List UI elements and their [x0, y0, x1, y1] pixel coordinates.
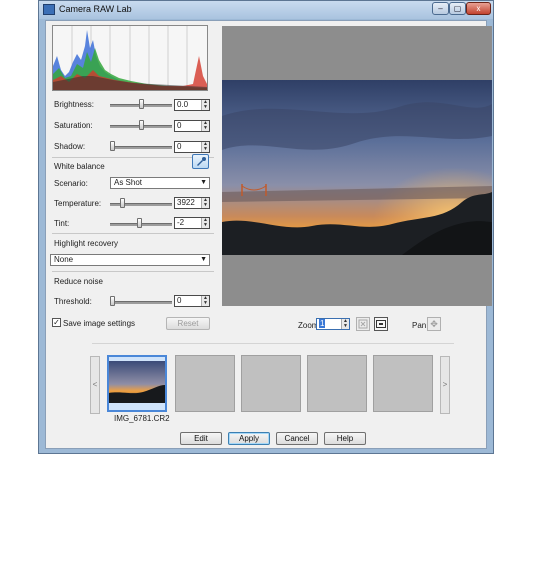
brightness-label: Brightness:	[54, 100, 95, 109]
thumbnail-item[interactable]	[241, 355, 301, 412]
zoom-value: 1	[319, 319, 326, 328]
eyedropper-icon	[197, 157, 206, 166]
actual-size-icon	[376, 320, 386, 328]
cancel-button[interactable]: Cancel	[276, 432, 318, 445]
white-balance-title: White balance	[54, 162, 105, 171]
close-button[interactable]: x	[466, 2, 491, 15]
app-icon	[43, 4, 55, 15]
maximize-button[interactable]: ▢	[449, 2, 466, 15]
chevron-down-icon: ▼	[200, 179, 207, 186]
shadow-label: Shadow:	[54, 142, 86, 151]
app-window: Camera RAW Lab – ▢ x Brightness: 0.0 ▲ ▼…	[38, 0, 494, 454]
shadow-slider-thumb[interactable]	[110, 141, 115, 151]
zoom-spinner[interactable]: ▲ ▼	[341, 319, 349, 329]
fit-window-button[interactable]	[356, 317, 370, 331]
brightness-spinner[interactable]: ▲ ▼	[201, 100, 209, 110]
pan-label: Pan:	[412, 321, 429, 330]
help-button[interactable]: Help	[324, 432, 366, 445]
temperature-label: Temperature:	[54, 199, 102, 208]
thumbnail-item[interactable]	[307, 355, 367, 412]
thumbnail-item[interactable]	[175, 355, 235, 412]
thumbnails-next-button[interactable]: >	[440, 356, 450, 414]
tint-spinner[interactable]: ▲ ▼	[201, 218, 209, 228]
scenario-select[interactable]: As Shot ▼	[110, 177, 210, 189]
brightness-value: 0.0	[177, 100, 189, 109]
threshold-slider-track[interactable]	[110, 301, 172, 304]
thumbnail-caption: IMG_6781.CR2	[114, 414, 170, 423]
tint-value: -2	[177, 218, 185, 227]
thumbnail-item[interactable]	[107, 355, 167, 412]
histogram-graph	[53, 26, 207, 90]
scenario-value: As Shot	[114, 178, 143, 187]
threshold-slider-thumb[interactable]	[110, 296, 115, 306]
saturation-label: Saturation:	[54, 121, 93, 130]
dialog-body: Brightness: 0.0 ▲ ▼ Saturation: 0 ▲ ▼ Shadow…	[45, 20, 492, 449]
white-balance-picker-button[interactable]	[192, 154, 209, 169]
reset-button[interactable]: Reset	[166, 317, 210, 330]
highlight-recovery-value: None	[54, 255, 74, 264]
divider	[52, 233, 214, 234]
thumbnail-image	[109, 361, 165, 403]
check-icon: ✓	[53, 318, 60, 327]
brightness-slider-thumb[interactable]	[138, 99, 144, 109]
minimize-button[interactable]: –	[432, 2, 449, 15]
threshold-field[interactable]: 0 ▲ ▼	[174, 295, 210, 307]
tint-slider-thumb[interactable]	[137, 218, 143, 228]
brightness-field[interactable]: 0.0 ▲ ▼	[174, 99, 210, 111]
threshold-value: 0	[177, 296, 182, 305]
saturation-spinner[interactable]: ▲ ▼	[201, 121, 209, 131]
divider	[52, 271, 214, 272]
pan-move-icon: ✥	[430, 319, 438, 329]
pan-button[interactable]: ✥	[427, 317, 441, 331]
divider	[92, 343, 454, 344]
save-settings-checkbox[interactable]: ✓	[52, 318, 61, 327]
tint-label: Tint:	[54, 219, 70, 228]
histogram	[52, 25, 208, 91]
tint-field[interactable]: -2 ▲ ▼	[174, 217, 210, 229]
shadow-spinner[interactable]: ▲ ▼	[201, 142, 209, 152]
divider	[52, 157, 214, 158]
highlight-recovery-select[interactable]: None ▼	[50, 254, 210, 266]
title-bar[interactable]: Camera RAW Lab – ▢ x	[39, 1, 493, 19]
temperature-spinner[interactable]: ▲ ▼	[201, 198, 209, 208]
image-preview[interactable]	[222, 26, 492, 306]
scenario-label: Scenario:	[54, 179, 88, 188]
temperature-slider-thumb[interactable]	[120, 198, 126, 208]
shadow-field[interactable]: 0 ▲ ▼	[174, 141, 210, 153]
shadow-slider-track[interactable]	[110, 146, 172, 149]
thumbnail-item[interactable]	[373, 355, 433, 412]
temperature-field[interactable]: 3922 ▲ ▼	[174, 197, 210, 209]
apply-button[interactable]: Apply	[228, 432, 270, 445]
edit-button[interactable]: Edit	[180, 432, 222, 445]
fit-window-icon	[358, 319, 368, 329]
actual-size-button[interactable]	[374, 317, 388, 331]
chevron-down-icon: ▼	[200, 256, 207, 263]
reduce-noise-title: Reduce noise	[54, 277, 103, 286]
thumbnails-prev-button[interactable]: <	[90, 356, 100, 414]
zoom-field[interactable]: 1 ▲ ▼	[316, 318, 350, 330]
saturation-value: 0	[177, 121, 182, 130]
threshold-spinner[interactable]: ▲ ▼	[201, 296, 209, 306]
photo-preview	[222, 80, 492, 255]
saturation-field[interactable]: 0 ▲ ▼	[174, 120, 210, 132]
temperature-value: 3922	[177, 198, 195, 207]
save-settings-label: Save image settings	[63, 319, 136, 328]
saturation-slider-thumb[interactable]	[138, 120, 144, 130]
highlight-recovery-title: Highlight recovery	[54, 239, 119, 248]
shadow-value: 0	[177, 142, 182, 151]
window-title: Camera RAW Lab	[59, 4, 132, 14]
threshold-label: Threshold:	[54, 297, 92, 306]
